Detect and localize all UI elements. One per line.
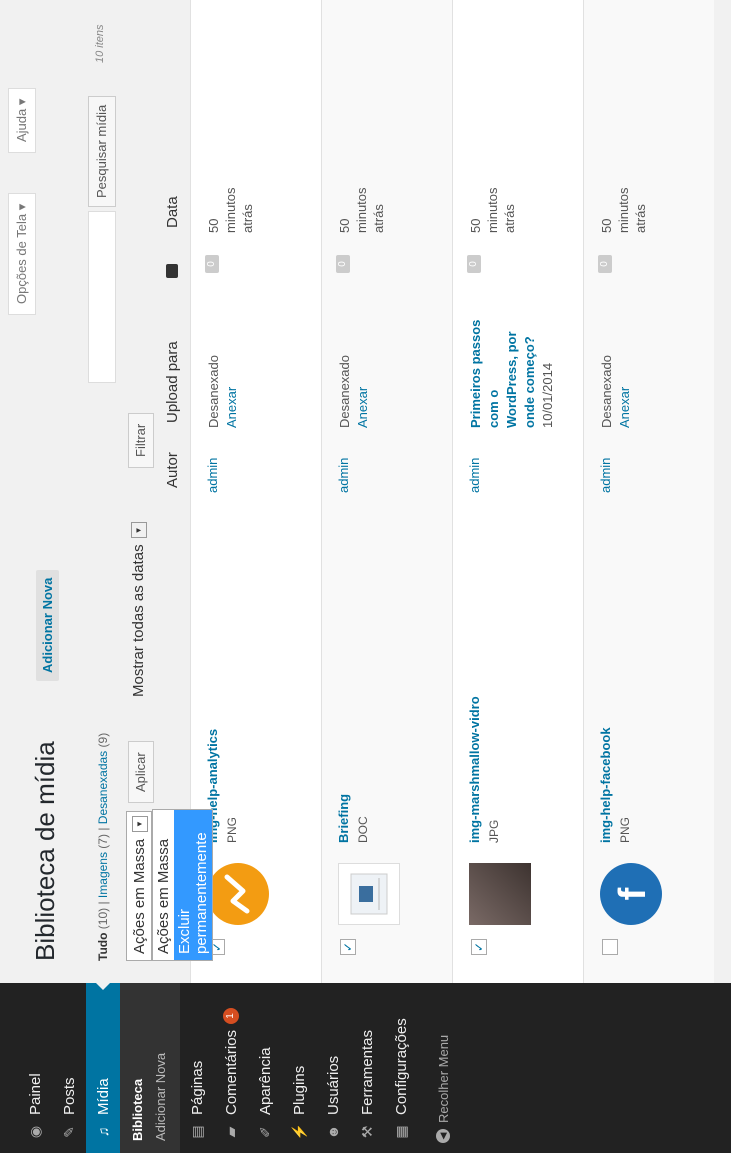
analytics-line-icon xyxy=(224,874,250,914)
bulk-actions-dropdown: Ações em Massa Excluir permanentemente xyxy=(152,809,213,961)
wrench-icon: ⚒ xyxy=(358,1125,375,1139)
upload-date: 50 minutos atrás xyxy=(206,187,255,233)
chevron-down-icon: ▼ xyxy=(131,522,148,539)
dashboard-icon: ◉ xyxy=(26,1125,43,1139)
facebook-thumbnail[interactable]: f xyxy=(600,863,662,925)
submenu-adicionar-nova[interactable]: Adicionar Nova xyxy=(149,983,172,1153)
chevron-down-icon: ▼ xyxy=(132,816,148,832)
author-link[interactable]: admin xyxy=(205,458,220,493)
col-uploaded-to[interactable]: Upload para xyxy=(164,341,181,423)
file-type: PNG xyxy=(225,816,239,843)
bulk-actions-select[interactable]: Ações em Massa ▼ xyxy=(126,811,152,961)
media-icon: ♫ xyxy=(95,1126,111,1138)
col-author[interactable]: Autor xyxy=(164,452,181,488)
attach-link[interactable]: Anexar xyxy=(616,318,634,428)
uploaded-to: Desanexado Anexar xyxy=(336,318,372,428)
author-link[interactable]: admin xyxy=(467,458,482,493)
facebook-icon: f xyxy=(612,887,654,901)
media-submenu: Biblioteca Adicionar Nova xyxy=(120,983,180,1153)
attached-post-link[interactable]: Primeiros passos com o WordPress, por on… xyxy=(468,320,537,428)
settings-icon: ▦ xyxy=(392,1125,409,1139)
sidebar-item-configuracoes[interactable]: ▦ Configurações xyxy=(384,983,418,1153)
main-content: Opções de Tela ▾ Ajuda ▾ Biblioteca de m… xyxy=(0,0,731,983)
sidebar-item-ferramentas[interactable]: ⚒ Ferramentas xyxy=(350,983,384,1153)
attach-link[interactable]: Anexar xyxy=(223,318,241,428)
document-thumbnail[interactable] xyxy=(338,863,400,925)
document-icon xyxy=(350,873,388,915)
sidebar-item-midia[interactable]: ♫ Mídia xyxy=(86,983,120,1153)
filter-button[interactable]: Filtrar xyxy=(128,412,154,468)
dropdown-option-delete-permanently[interactable]: Excluir permanentemente xyxy=(174,810,212,960)
sidebar-item-paginas[interactable]: ▤ Páginas xyxy=(180,983,214,1153)
uploaded-to: Primeiros passos com o WordPress, por on… xyxy=(468,319,555,428)
comment-bubble[interactable]: 0 xyxy=(467,255,481,273)
pin-icon: ✎ xyxy=(60,1126,77,1138)
date-filter-select[interactable]: Mostrar todas as datas▼ xyxy=(126,467,152,703)
author-link[interactable]: admin xyxy=(336,458,351,493)
admin-sidebar: ◉ Painel ✎ Posts ♫ Mídia Biblioteca Adicion… xyxy=(0,983,731,1153)
table-row: ✓ img-marshmallow-vidro JPG admin Primei… xyxy=(452,0,583,983)
page-title: Biblioteca de mídia xyxy=(30,741,60,961)
author-link[interactable]: admin xyxy=(598,458,613,493)
file-name-link[interactable]: img-marshmallow-vidro xyxy=(467,696,482,843)
sidebar-item-painel[interactable]: ◉ Painel xyxy=(18,983,52,1153)
file-name-link[interactable]: Briefing xyxy=(336,794,351,843)
upload-date: 50 minutos atrás xyxy=(468,187,517,233)
collapse-arrow-icon: ◀ xyxy=(436,1129,450,1143)
collapse-menu-button[interactable]: ◀ Recolher Menu xyxy=(426,983,460,1153)
media-table: ✓ img-help-analytics PNG admin Desanexad… xyxy=(190,0,714,983)
file-type: PNG xyxy=(618,816,632,843)
comment-count-badge: 1 xyxy=(223,1007,239,1024)
photo-thumbnail[interactable] xyxy=(469,863,531,925)
uploaded-to: Desanexado Anexar xyxy=(598,318,634,428)
search-input[interactable] xyxy=(88,211,116,383)
item-count: 10 itens xyxy=(94,24,106,63)
filter-unattached[interactable]: Desanexadas xyxy=(96,751,110,824)
row-checkbox[interactable]: ✓ xyxy=(340,939,356,955)
file-name-link[interactable]: img-help-facebook xyxy=(598,727,613,843)
comment-bubble[interactable]: 0 xyxy=(336,255,350,273)
media-filter-links: Tudo (10) | Imagens (7) | Desanexadas (9… xyxy=(96,732,110,961)
sidebar-item-plugins[interactable]: ⚡ Plugins xyxy=(282,983,316,1153)
file-type: JPG xyxy=(487,819,501,843)
apply-button[interactable]: Aplicar xyxy=(128,741,154,803)
submenu-biblioteca[interactable]: Biblioteca xyxy=(126,983,149,1153)
attach-link[interactable]: Anexar xyxy=(354,318,372,428)
sidebar-item-aparencia[interactable]: ✐ Aparência xyxy=(248,983,282,1153)
analytics-thumbnail[interactable] xyxy=(207,863,269,925)
screen-options-button[interactable]: Opções de Tela ▾ xyxy=(8,192,36,315)
table-row: ✓ Briefing DOC admin Desanexado Anexar 0 … xyxy=(321,0,452,983)
comments-column-icon xyxy=(166,264,178,278)
dropdown-option-bulk[interactable]: Ações em Massa xyxy=(153,810,174,960)
plug-icon: ⚡ xyxy=(290,1123,307,1141)
col-date[interactable]: Data xyxy=(164,196,181,228)
upload-date: 50 minutos atrás xyxy=(599,187,648,233)
page-icon: ▤ xyxy=(188,1125,205,1139)
filter-images[interactable]: Imagens xyxy=(96,852,110,898)
add-new-button[interactable]: Adicionar Nova xyxy=(36,569,59,681)
comment-bubble[interactable]: 0 xyxy=(205,255,219,273)
wp-admin-screen: ◉ Painel ✎ Posts ♫ Mídia Biblioteca Adicion… xyxy=(0,0,731,1153)
file-type: DOC xyxy=(356,816,370,843)
uploaded-to: Desanexado Anexar xyxy=(205,318,241,428)
sidebar-item-comentarios[interactable]: ▰ Comentários 1 xyxy=(214,983,248,1153)
help-button[interactable]: Ajuda ▾ xyxy=(8,87,36,153)
filter-all[interactable]: Tudo xyxy=(96,933,110,961)
row-checkbox[interactable] xyxy=(602,939,618,955)
upload-date: 50 minutos atrás xyxy=(337,187,386,233)
sidebar-item-usuarios[interactable]: ☻ Usuários xyxy=(316,983,350,1153)
search-media-button[interactable]: Pesquisar mídia xyxy=(88,95,116,207)
users-icon: ☻ xyxy=(325,1124,341,1140)
comment-icon: ▰ xyxy=(222,1126,239,1138)
row-checkbox[interactable]: ✓ xyxy=(471,939,487,955)
table-row: f img-help-facebook PNG admin Desanexado… xyxy=(583,0,714,983)
sidebar-item-posts[interactable]: ✎ Posts xyxy=(52,983,86,1153)
comment-bubble[interactable]: 0 xyxy=(598,255,612,273)
brush-icon: ✐ xyxy=(256,1126,273,1138)
